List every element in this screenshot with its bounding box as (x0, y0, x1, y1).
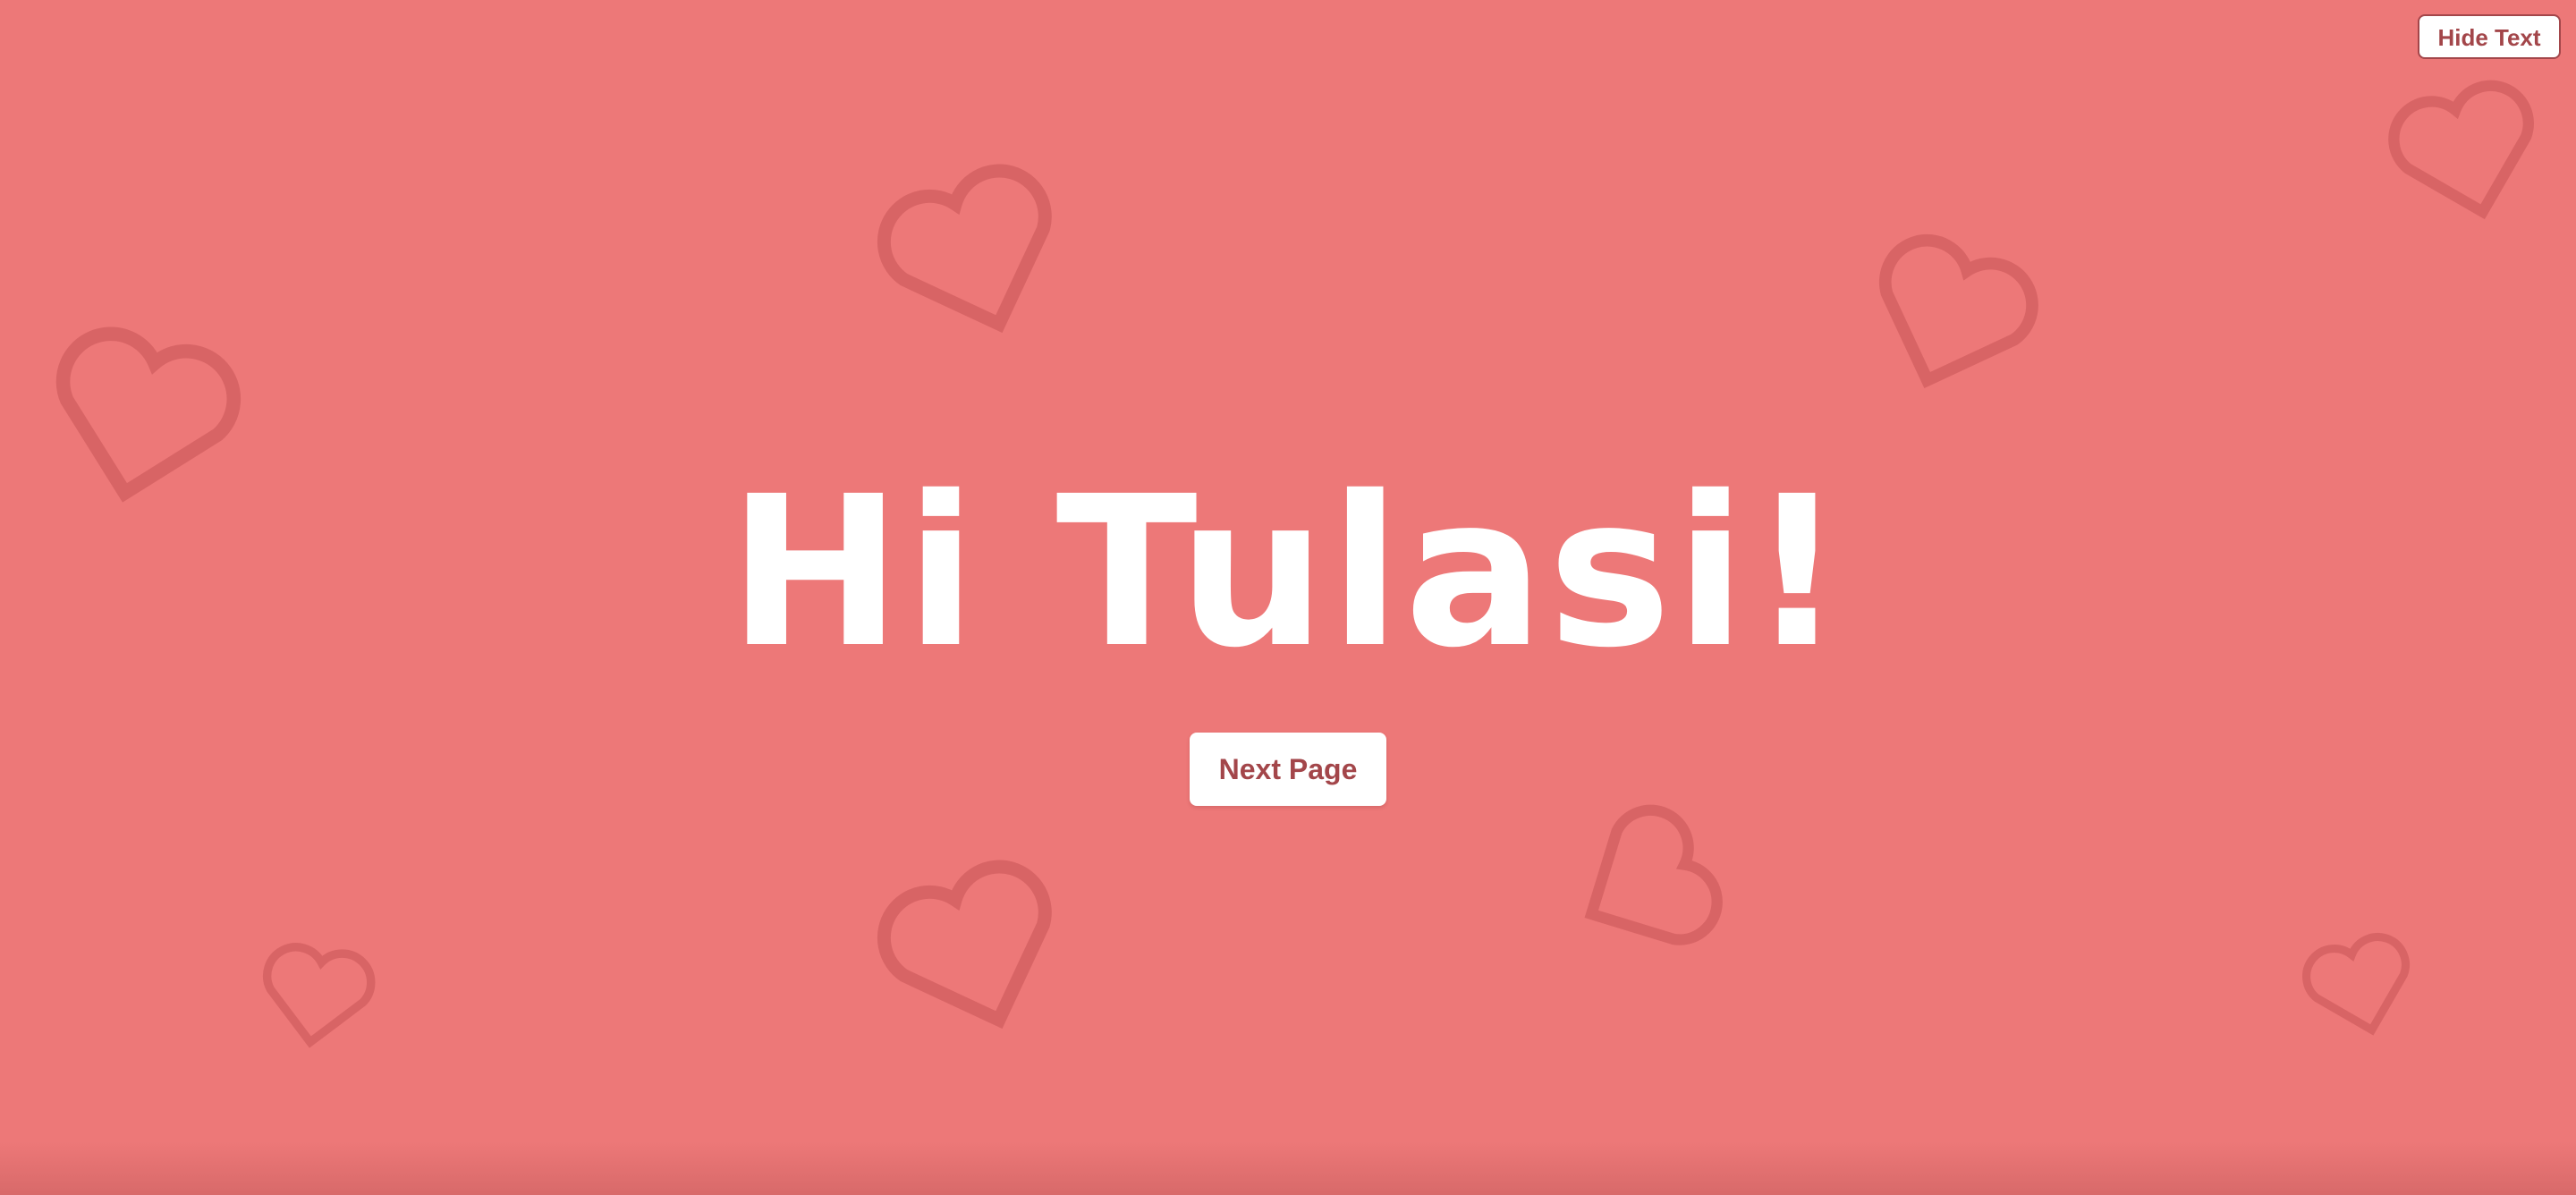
heart-icon (841, 815, 1105, 1079)
heart-icon (244, 920, 391, 1067)
heart-icon (2362, 46, 2571, 254)
heart-icon (1831, 192, 2072, 433)
hide-text-button[interactable]: Hide Text (2418, 14, 2561, 59)
next-page-button[interactable]: Next Page (1190, 733, 1386, 806)
heart-icon (1534, 769, 1764, 999)
bottom-shadow (0, 1141, 2576, 1195)
greeting-title: Hi Tulasi! (728, 452, 1848, 693)
page-background: Hide Text Hi Tulasi! Next Page (0, 0, 2576, 1195)
heart-icon (2283, 907, 2436, 1060)
heart-icon (841, 119, 1105, 383)
